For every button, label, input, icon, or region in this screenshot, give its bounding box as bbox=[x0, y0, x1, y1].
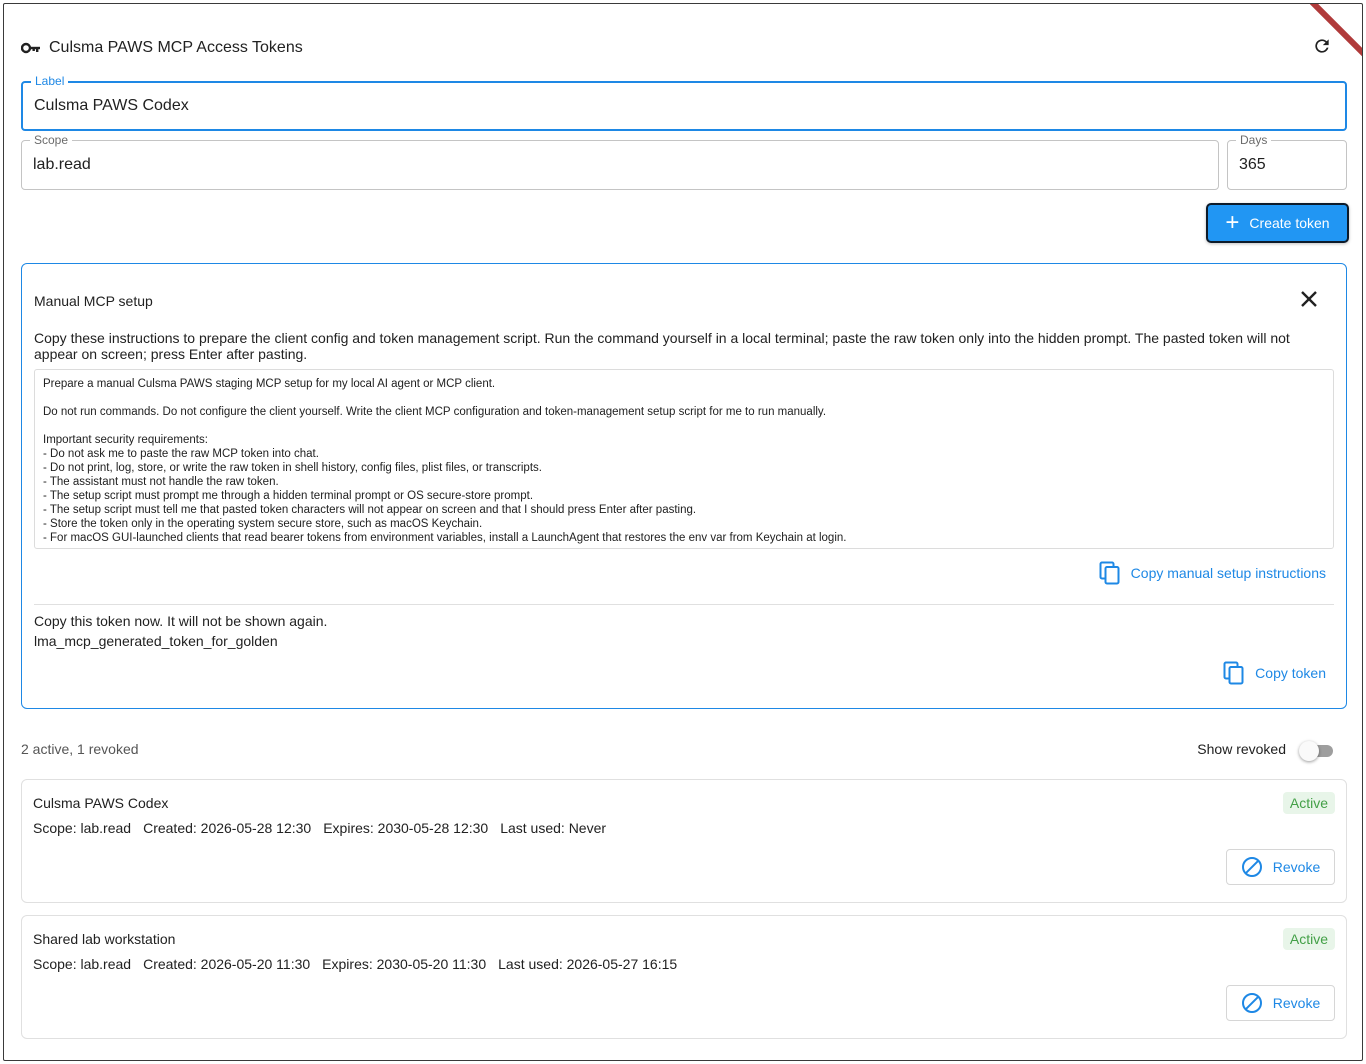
manual-setup-panel: Manual MCP setup Copy these instructions… bbox=[21, 263, 1347, 709]
token-created: Created: 2026-05-28 12:30 bbox=[143, 820, 312, 836]
instructions-textarea[interactable]: Prepare a manual Culsma PAWS staging MCP… bbox=[34, 369, 1334, 549]
token-last-used: Last used: Never bbox=[500, 820, 607, 836]
copy-instructions-button[interactable]: Copy manual setup instructions bbox=[1099, 561, 1326, 585]
app-window: Culsma PAWS MCP Access Tokens Label Scop… bbox=[3, 3, 1363, 1061]
label-input[interactable] bbox=[34, 83, 1334, 129]
copy-instructions-label: Copy manual setup instructions bbox=[1130, 565, 1326, 581]
show-revoked-toggle[interactable] bbox=[1299, 740, 1335, 761]
days-input[interactable] bbox=[1239, 141, 1335, 189]
revoke-label: Revoke bbox=[1272, 859, 1321, 875]
show-revoked-label: Show revoked bbox=[1197, 741, 1286, 757]
days-field[interactable]: Days bbox=[1227, 133, 1347, 190]
page-title: Culsma PAWS MCP Access Tokens bbox=[49, 39, 303, 56]
token-card: Culsma PAWS Codex Scope: lab.read Created… bbox=[21, 779, 1347, 903]
status-badge: Active bbox=[1282, 792, 1335, 814]
token-expires: Expires: 2030-05-28 12:30 bbox=[323, 820, 489, 836]
plus-icon: + bbox=[1225, 209, 1240, 236]
token-meta: Scope: lab.read Created: 2026-05-28 12:30… bbox=[33, 820, 618, 836]
status-badge: Active bbox=[1282, 928, 1335, 950]
token-card: Shared lab workstation Scope: lab.read Cr… bbox=[21, 915, 1347, 1039]
refresh-button[interactable] bbox=[1310, 34, 1334, 58]
scope-input[interactable] bbox=[33, 141, 1207, 189]
scope-field[interactable]: Scope bbox=[21, 133, 1219, 190]
token-name: Shared lab workstation bbox=[33, 931, 176, 947]
page-header: Culsma PAWS MCP Access Tokens bbox=[21, 34, 303, 62]
token-scope: Scope: lab.read bbox=[33, 820, 132, 836]
token-meta: Scope: lab.read Created: 2026-05-20 11:30… bbox=[33, 956, 689, 972]
panel-title: Manual MCP setup bbox=[34, 293, 153, 309]
revoke-button[interactable]: Revoke bbox=[1226, 985, 1335, 1021]
divider bbox=[34, 604, 1334, 605]
create-token-button[interactable]: + Create token bbox=[1206, 203, 1349, 243]
key-icon bbox=[21, 38, 41, 58]
token-created: Created: 2026-05-20 11:30 bbox=[143, 956, 311, 972]
label-field[interactable]: Label bbox=[21, 74, 1347, 131]
token-expires: Expires: 2030-05-20 11:30 bbox=[322, 956, 487, 972]
block-icon bbox=[1241, 993, 1262, 1013]
token-last-used: Last used: 2026-05-27 16:15 bbox=[498, 956, 678, 972]
close-icon bbox=[1301, 291, 1317, 307]
close-panel-button[interactable] bbox=[1298, 288, 1320, 310]
refresh-icon bbox=[1315, 39, 1329, 53]
token-summary: 2 active, 1 revoked bbox=[21, 741, 139, 757]
toggle-thumb bbox=[1299, 741, 1319, 761]
revoke-button[interactable]: Revoke bbox=[1226, 849, 1335, 885]
panel-description: Copy these instructions to prepare the c… bbox=[34, 330, 1290, 362]
token-name: Culsma PAWS Codex bbox=[33, 795, 169, 811]
token-scope: Scope: lab.read bbox=[33, 956, 132, 972]
copy-icon bbox=[1223, 661, 1244, 685]
token-note: Copy this token now. It will not be show… bbox=[34, 613, 328, 629]
create-token-label: Create token bbox=[1249, 215, 1330, 231]
block-icon bbox=[1241, 857, 1262, 877]
copy-token-button[interactable]: Copy token bbox=[1223, 661, 1326, 685]
copy-icon bbox=[1099, 561, 1120, 585]
copy-token-label: Copy token bbox=[1255, 665, 1326, 681]
token-value[interactable]: lma_mcp_generated_token_for_golden bbox=[34, 633, 278, 649]
revoke-label: Revoke bbox=[1272, 995, 1321, 1011]
